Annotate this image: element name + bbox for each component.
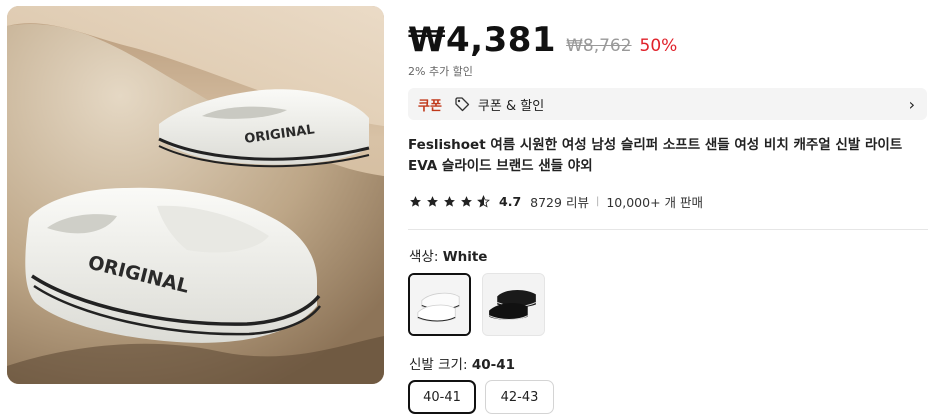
star-rating — [409, 195, 490, 208]
rating-row[interactable]: 4.7 8729 리뷰 | 10,000+ 개 판매 — [409, 192, 703, 211]
original-price: ₩8,762 — [566, 36, 632, 56]
star-half-icon — [477, 195, 490, 208]
selected-size: 40-41 — [471, 357, 515, 373]
color-swatch-white[interactable] — [408, 273, 471, 336]
current-price: ₩4,381 — [408, 20, 557, 60]
size-label-text: 신발 크기: — [409, 357, 472, 373]
product-image[interactable]: ORIGINAL ORIGINAL — [7, 6, 384, 384]
rating-score: 4.7 — [499, 194, 522, 209]
coupon-tag: 쿠폰 — [418, 98, 442, 114]
star-icon — [427, 196, 438, 207]
sold-count: 10,000+ 개 판매 — [606, 195, 703, 210]
color-swatch-black[interactable] — [482, 273, 545, 336]
color-label: 색상: White — [409, 245, 487, 265]
coupon-discount-bar[interactable]: 쿠폰 쿠폰 & 할인 › — [408, 88, 927, 120]
color-label-text: 색상: — [409, 249, 443, 265]
discount-percent: 50% — [639, 36, 678, 56]
separator: | — [595, 196, 600, 207]
review-count[interactable]: 8729 리뷰 — [530, 192, 589, 211]
product-title: Feslishoet 여름 시원한 여성 남성 슬리퍼 소프트 샌들 여성 비치… — [408, 137, 903, 174]
chevron-right-icon: › — [908, 94, 915, 114]
price-row: ₩4,381 ₩8,762 50% — [408, 20, 677, 60]
size-label: 신발 크기: 40-41 — [409, 353, 515, 373]
coupon-label: 쿠폰 & 할인 — [477, 98, 545, 114]
star-icon — [461, 196, 472, 207]
extra-discount: 2% 추가 할인 — [408, 65, 473, 78]
divider — [408, 229, 928, 230]
size-option-40-41[interactable]: 40-41 — [408, 380, 476, 414]
size-option-42-43[interactable]: 42-43 — [485, 380, 554, 414]
star-icon — [410, 196, 421, 207]
tag-icon — [455, 97, 470, 112]
selected-color: White — [442, 249, 488, 265]
star-icon — [444, 196, 455, 207]
